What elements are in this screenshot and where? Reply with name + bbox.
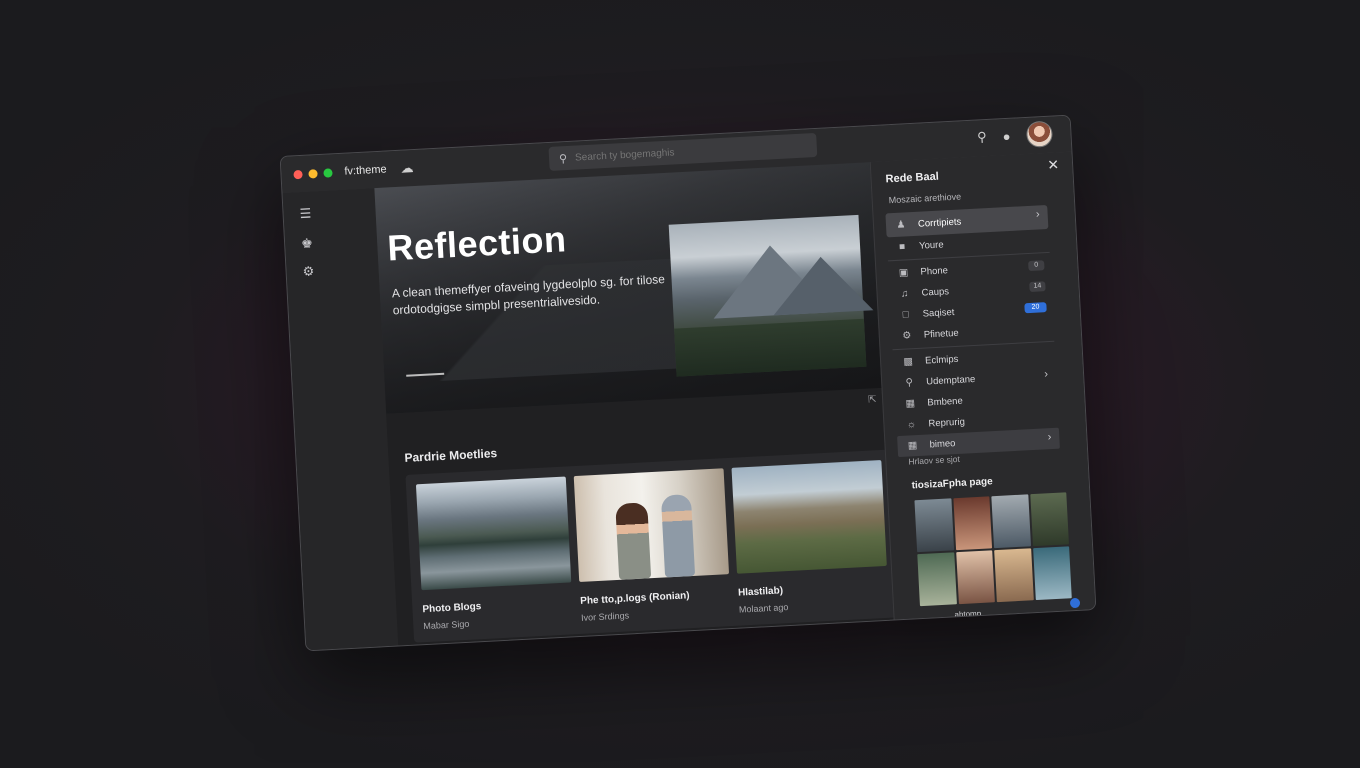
people-icon[interactable]: ♚ — [301, 235, 313, 252]
card-image — [573, 468, 730, 582]
menu-item-label: Corrtipiets — [917, 215, 962, 230]
main-content: Reflection A clean themeffyer ofaveing l… — [374, 162, 906, 652]
card-photo-blogs[interactable]: Photo Blogs Mabar Sigo — [415, 476, 573, 632]
chat-icon: □ — [902, 309, 910, 321]
count-badge: 20 — [1024, 302, 1047, 314]
compass-icon: ☼ — [906, 419, 917, 431]
person-figure — [615, 502, 652, 580]
close-window-button[interactable] — [293, 169, 303, 179]
menu-item-label: Udemptane — [925, 373, 976, 388]
hero-banner: Reflection A clean themeffyer ofaveing l… — [374, 162, 882, 414]
photo-thumbnail[interactable] — [991, 494, 1031, 549]
forest — [674, 318, 867, 377]
close-icon[interactable]: ✕ — [1047, 156, 1060, 174]
search-input[interactable] — [572, 139, 798, 165]
search-bar[interactable]: ⚲ — [548, 132, 818, 171]
menu-icon[interactable]: ☰ — [299, 205, 311, 222]
folder-icon: ■ — [898, 241, 906, 253]
card-photo-logs[interactable]: Phe tto,p.logs (Ronian) Ivor Srdings — [573, 468, 731, 623]
notification-badge[interactable] — [1069, 597, 1081, 609]
pin-icon: ⚲ — [905, 377, 914, 389]
search-icon[interactable]: ⚲ — [977, 129, 987, 145]
card-title: Phe tto,p.logs (Ronian) — [579, 590, 690, 607]
recent-label: Hrlaov se sjot — [908, 453, 961, 467]
menu-item-label: bimeo — [929, 438, 956, 451]
person-figure — [660, 494, 696, 578]
footer-label: ahtomp — [954, 608, 982, 620]
app-window: fv:theme ☁ ⚲ ⚲ ● ☰ ♚ ⚙ Reflection A clea… — [279, 114, 1097, 652]
hero-title: Reflection — [386, 218, 568, 269]
panel-subtitle: Moszaic arethiove — [888, 191, 962, 206]
grid-icon: ▦ — [905, 398, 916, 410]
section-title: Pardrie Moetlies — [404, 446, 498, 465]
image-icon: ▣ — [898, 267, 909, 279]
settings-icon[interactable]: ⚙ — [302, 263, 314, 280]
search-icon: ⚲ — [558, 152, 568, 165]
photo-thumbnail[interactable] — [952, 496, 993, 551]
users-icon: ♟ — [896, 218, 906, 231]
app-name: fv:theme — [344, 163, 387, 178]
panel-menu: ♟ Corrtipiets › ■ Youre ▣ Phone 0 ♫ Caup… — [885, 204, 1060, 458]
monitor-icon: ▩ — [903, 356, 914, 368]
menu-item-label: Caups — [921, 286, 950, 299]
count-badge: 14 — [1029, 281, 1046, 292]
photo-thumbnail[interactable] — [1032, 546, 1072, 601]
side-panel: Rede Baal Moszaic arethiove ✕ ♟ Corrtipi… — [869, 151, 1097, 620]
user-icon[interactable]: ● — [1002, 128, 1011, 143]
gallery-title: tiosizaFpha page — [911, 476, 993, 492]
card-subtitle: Ivor Srdings — [580, 610, 630, 623]
avatar[interactable] — [1025, 120, 1054, 148]
collapse-icon[interactable]: ⇱ — [868, 394, 877, 405]
maximize-window-button[interactable] — [323, 167, 333, 178]
menu-item-label: Bmbene — [927, 395, 964, 409]
music-icon: ♫ — [900, 288, 909, 300]
card-image — [731, 459, 887, 574]
count-badge: 0 — [1028, 260, 1045, 272]
hero-photo[interactable] — [668, 214, 874, 377]
panel-title: Rede Baal — [885, 170, 940, 186]
chevron-right-icon: › — [1035, 208, 1040, 221]
menu-item-label: Youre — [918, 239, 944, 252]
card-title: Photo Blogs — [422, 601, 482, 616]
mountain-peak — [770, 254, 874, 316]
photo-thumbnail[interactable] — [994, 548, 1034, 603]
photo-thumbnail[interactable] — [1029, 492, 1069, 547]
photo-grid — [914, 492, 1072, 607]
card-subtitle: Molaant ago — [738, 602, 789, 615]
minimize-window-button[interactable] — [308, 168, 318, 179]
card-grid: Photo Blogs Mabar Sigo Phe tto,p.logs (R… — [405, 449, 904, 643]
toolbar-icons: ⚲ ● — [976, 120, 1054, 151]
card-subtitle: Mabar Sigo — [423, 618, 470, 632]
desktop-background: fv:theme ☁ ⚲ ⚲ ● ☰ ♚ ⚙ Reflection A clea… — [0, 0, 1360, 768]
menu-item-label: Pfinetue — [923, 327, 959, 341]
chevron-right-icon: › — [1047, 431, 1052, 444]
chevron-right-icon: › — [1044, 368, 1049, 381]
photo-thumbnail[interactable] — [914, 498, 954, 553]
menu-item-label: Eclmips — [924, 353, 959, 367]
menu-item-label: Phone — [920, 265, 949, 278]
gear-icon: ⚙ — [902, 330, 912, 342]
menu-item-label: Saqiset — [922, 306, 955, 320]
photo-thumbnail[interactable] — [955, 550, 995, 605]
menu-item-label: Reprurig — [928, 416, 966, 430]
card-image — [415, 476, 572, 591]
photo-thumbnail[interactable] — [917, 552, 957, 607]
cloud-sync-icon[interactable]: ☁ — [400, 160, 414, 177]
card-hlastilab[interactable]: Hlastilab) Molaant ago — [731, 459, 888, 615]
card-title: Hlastilab) — [737, 585, 784, 599]
gallery-icon: ▦ — [907, 440, 918, 452]
